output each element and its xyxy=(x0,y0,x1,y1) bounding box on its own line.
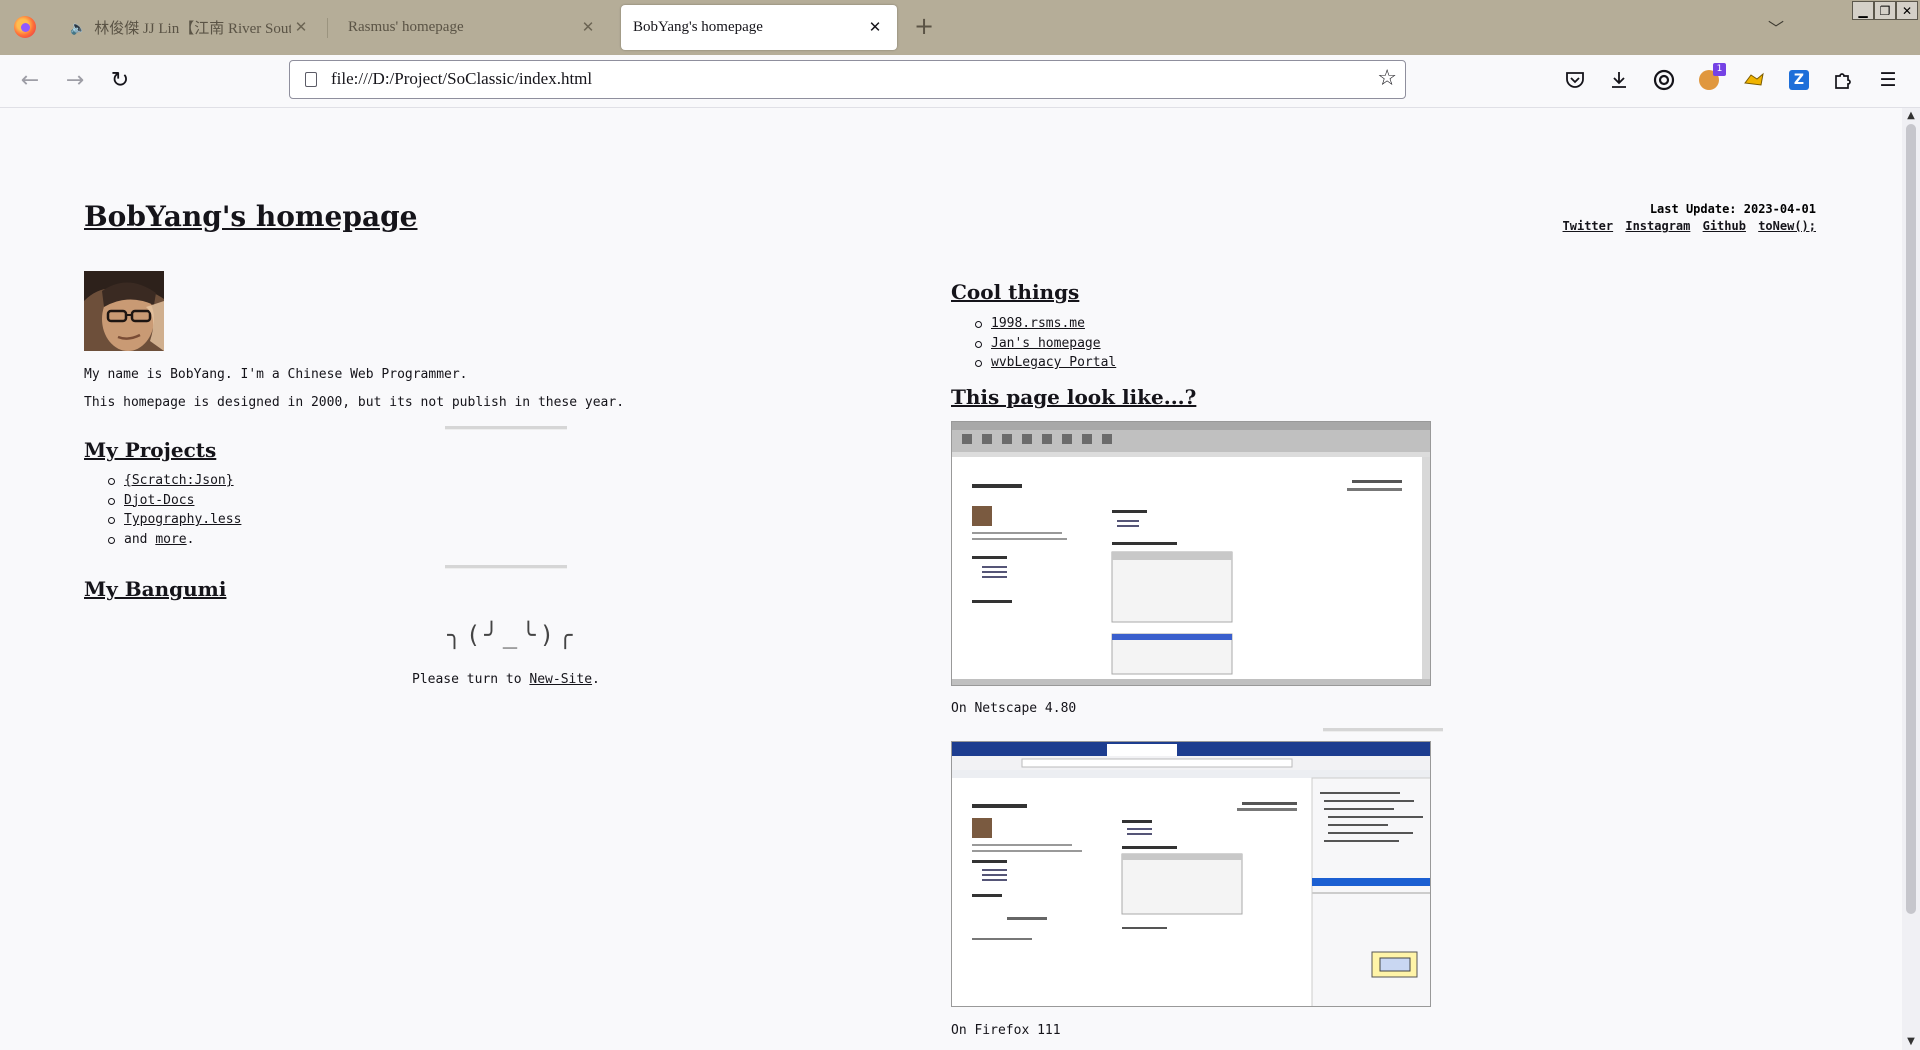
tab-bobyang[interactable]: BobYang's homepage ✕ xyxy=(621,5,897,50)
tab-title: 林俊傑 JJ Lin【江南 River South】 xyxy=(94,21,291,37)
reload-icon[interactable]: ↻ xyxy=(107,68,133,94)
scroll-up-arrow-icon[interactable]: ▲ xyxy=(1902,108,1920,124)
extensions-puzzle-icon[interactable] xyxy=(1830,67,1856,93)
extension-translate-icon[interactable]: Z xyxy=(1786,67,1812,93)
turn-suffix: . xyxy=(592,672,600,687)
bookmark-star-icon[interactable]: ☆ xyxy=(1377,66,1397,91)
more-suffix: . xyxy=(186,531,195,547)
project-link-djot-docs[interactable]: Djot-Docs xyxy=(124,493,194,508)
project-link-typography-less[interactable]: Typography.less xyxy=(124,512,241,527)
speaker-icon[interactable]: 🔈 xyxy=(70,20,86,36)
turn-notice: Please turn to New-Site. xyxy=(412,672,600,687)
cool-link-wvblegacy[interactable]: wvbLegacy Portal xyxy=(991,355,1116,370)
tab-divider xyxy=(327,18,328,38)
projects-heading: My Projects xyxy=(84,438,217,462)
github-link[interactable]: Github xyxy=(1703,219,1746,233)
list-item: 1998.rsms.me xyxy=(975,314,1116,334)
projects-list: {Scratch:Json} Djot-Docs Typography.less… xyxy=(108,471,241,549)
bangumi-heading: My Bangumi xyxy=(84,577,227,601)
more-projects-link[interactable]: more xyxy=(155,532,186,547)
firefox-logo-icon[interactable] xyxy=(14,16,36,38)
minimize-icon[interactable]: ▁ xyxy=(1852,1,1874,20)
cool-link-jan[interactable]: Jan's homepage xyxy=(991,336,1101,351)
page-look-heading: This page look like...? xyxy=(951,385,1197,409)
tonew-link[interactable]: toNew(); xyxy=(1758,219,1816,233)
firefox-view-icon[interactable] xyxy=(1651,67,1677,93)
list-item: and more. xyxy=(108,530,241,550)
close-icon[interactable]: ✕ xyxy=(865,18,885,37)
tab-rasmus[interactable]: Rasmus' homepage ✕ xyxy=(336,5,610,50)
shrug-emoticon: ╮(╯_╰)╭ xyxy=(447,621,577,649)
header-meta: Last Update: 2023-04-01 Twitter Instagra… xyxy=(1558,201,1816,235)
project-link-scratch-json[interactable]: {Scratch:Json} xyxy=(124,473,234,488)
page-icon xyxy=(305,72,317,87)
firefox-screenshot xyxy=(951,741,1431,1007)
page-viewport: BobYang's homepage Last Update: 2023-04-… xyxy=(0,108,1902,1050)
navigation-toolbar: ← → ↻ file:///D:/Project/SoClassic/index… xyxy=(0,55,1920,108)
divider xyxy=(1323,728,1443,732)
more-prefix: and xyxy=(124,531,156,547)
scrollbar-thumb[interactable] xyxy=(1906,124,1916,914)
list-item: Typography.less xyxy=(108,510,241,530)
cool-link-rsms[interactable]: 1998.rsms.me xyxy=(991,316,1085,331)
last-update: Last Update: 2023-04-01 xyxy=(1649,202,1816,216)
download-icon[interactable] xyxy=(1606,67,1632,93)
list-item: Jan's homepage xyxy=(975,334,1116,354)
netscape-caption: On Netscape 4.80 xyxy=(951,701,1077,716)
tab-bar: 🔈 林俊傑 JJ Lin【江南 River South】 ✕ Rasmus' h… xyxy=(0,0,1920,55)
url-text[interactable]: file:///D:/Project/SoClassic/index.html xyxy=(331,69,592,89)
url-bar[interactable]: file:///D:/Project/SoClassic/index.html … xyxy=(289,60,1406,99)
intro-paragraph: This homepage is designed in 2000, but i… xyxy=(84,395,625,410)
avatar xyxy=(84,271,164,351)
close-window-icon[interactable]: ✕ xyxy=(1896,1,1918,20)
netscape-screenshot xyxy=(951,421,1431,686)
extension-avatar-icon[interactable]: 1 xyxy=(1696,63,1726,93)
cool-things-heading: Cool things xyxy=(951,280,1080,304)
list-item: Djot-Docs xyxy=(108,491,241,511)
chevron-down-icon[interactable]: ﹀ xyxy=(1768,15,1784,39)
social-links: Twitter Instagram Github toNew(); xyxy=(1558,218,1816,235)
cool-things-list: 1998.rsms.me Jan's homepage wvbLegacy Po… xyxy=(975,314,1116,373)
extension-bird-icon[interactable] xyxy=(1741,67,1767,93)
tab-title: BobYang's homepage xyxy=(633,19,763,35)
divider xyxy=(445,565,567,569)
pocket-icon[interactable] xyxy=(1562,67,1588,93)
page-title: BobYang's homepage xyxy=(84,200,417,233)
extension-badge: 1 xyxy=(1713,63,1726,76)
tab-jj-lin[interactable]: 🔈 林俊傑 JJ Lin【江南 River South】 ✕ xyxy=(58,5,323,50)
list-item: wvbLegacy Portal xyxy=(975,353,1116,373)
instagram-link[interactable]: Instagram xyxy=(1625,219,1690,233)
tab-title: Rasmus' homepage xyxy=(348,19,464,35)
close-icon[interactable]: ✕ xyxy=(578,18,598,37)
firefox-caption: On Firefox 111 xyxy=(951,1023,1061,1038)
turn-prefix: Please turn to xyxy=(412,672,530,687)
twitter-link[interactable]: Twitter xyxy=(1563,219,1614,233)
vertical-scrollbar[interactable]: ▲ ▼ xyxy=(1902,108,1920,1050)
forward-arrow-icon[interactable]: → xyxy=(62,68,88,94)
scroll-down-arrow-icon[interactable]: ▼ xyxy=(1902,1034,1920,1050)
divider xyxy=(445,426,567,430)
intro-paragraph: My name is BobYang. I'm a Chinese Web Pr… xyxy=(84,367,468,382)
list-item: {Scratch:Json} xyxy=(108,471,241,491)
menu-hamburger-icon[interactable]: ☰ xyxy=(1875,67,1901,93)
new-site-link[interactable]: New-Site xyxy=(529,672,592,687)
restore-icon[interactable]: ❐ xyxy=(1874,1,1896,20)
back-arrow-icon[interactable]: ← xyxy=(17,68,43,94)
page-title-link[interactable]: BobYang's homepage xyxy=(84,200,417,233)
close-icon[interactable]: ✕ xyxy=(291,18,311,37)
new-tab-plus-icon[interactable]: + xyxy=(914,12,934,40)
